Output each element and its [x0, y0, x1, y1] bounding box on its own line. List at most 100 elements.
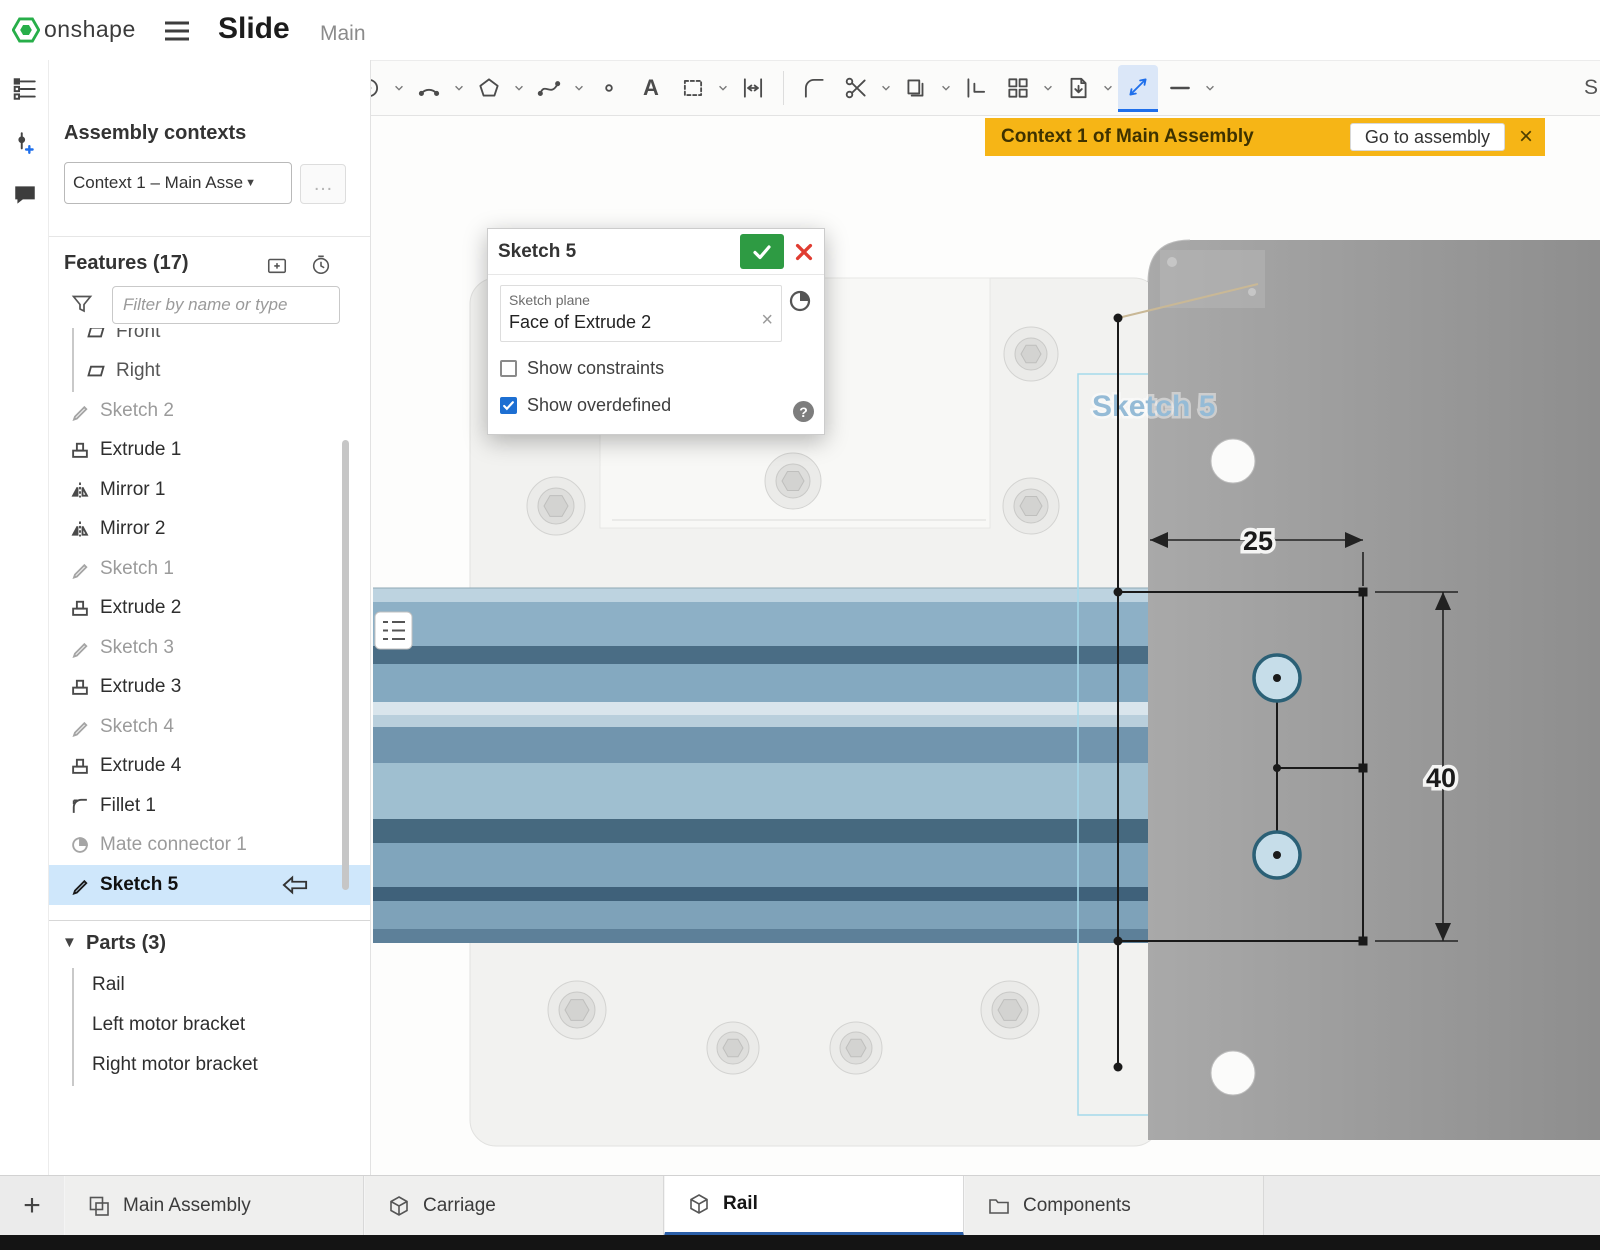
mirror-icon: [70, 480, 90, 500]
rollback-arrow-icon[interactable]: [280, 872, 310, 898]
show-overdefined-checkbox[interactable]: Show overdefined: [500, 395, 812, 416]
feature-row[interactable]: Fillet 1: [48, 786, 370, 826]
bottom-strip: [0, 1235, 1600, 1250]
app-header: onshape Slide Main: [0, 0, 1600, 60]
feature-label: Sketch 1: [100, 558, 174, 580]
checkbox-checked[interactable]: [500, 397, 517, 414]
workspace-name[interactable]: Main: [320, 22, 366, 46]
sketch-plane-field[interactable]: Sketch plane Face of Extrude 2 ×: [500, 285, 782, 342]
mate-connector-toggle-icon[interactable]: [788, 289, 812, 313]
feature-label: Extrude 4: [100, 755, 181, 777]
feature-label: Sketch 4: [100, 716, 174, 738]
go-to-assembly-button[interactable]: Go to assembly: [1350, 123, 1505, 151]
fillet-tool-icon[interactable]: [794, 66, 834, 110]
chevron-down-icon[interactable]: [878, 66, 894, 110]
mate-connector-add-icon[interactable]: [8, 126, 42, 160]
measure-length-icon[interactable]: [956, 66, 996, 110]
feature-row[interactable]: Sketch 3: [48, 628, 370, 668]
pattern-tool-icon[interactable]: [998, 66, 1038, 110]
comment-icon[interactable]: [8, 178, 42, 212]
checkbox-unchecked[interactable]: [500, 360, 517, 377]
part-row[interactable]: Right motor bracket: [92, 1045, 258, 1085]
chevron-down-icon[interactable]: [511, 66, 527, 110]
rollback-bar[interactable]: [48, 920, 370, 921]
line-style-icon[interactable]: [1160, 66, 1200, 110]
feature-filter-input[interactable]: [112, 286, 340, 324]
clear-selection-icon[interactable]: ×: [761, 309, 773, 332]
part-row[interactable]: Rail: [92, 965, 125, 1005]
feature-row[interactable]: Sketch 1: [48, 549, 370, 589]
bolt: [707, 1022, 759, 1074]
context-more-button[interactable]: …: [300, 164, 346, 204]
dim-label-40[interactable]: 40: [1426, 763, 1456, 793]
feature-row-selected[interactable]: Sketch 5: [48, 865, 370, 905]
rollback-history-icon[interactable]: [308, 252, 334, 278]
measure-tool-icon[interactable]: [1118, 65, 1158, 112]
show-constraints-checkbox[interactable]: Show constraints: [500, 358, 812, 379]
help-icon[interactable]: ?: [793, 401, 814, 422]
canvas-context-menu-button[interactable]: [375, 612, 412, 649]
trim-scissors-icon[interactable]: [836, 66, 876, 110]
feature-row[interactable]: Mirror 2: [48, 510, 370, 550]
assembly-icon: [87, 1194, 111, 1218]
feature-row[interactable]: Mirror 1: [48, 470, 370, 510]
confirm-check-button[interactable]: [740, 234, 784, 269]
feature-row[interactable]: Extrude 2: [48, 589, 370, 629]
export-dxf-icon[interactable]: [1058, 66, 1098, 110]
tab-carriage[interactable]: Carriage: [364, 1176, 664, 1236]
bracket-hole: [1211, 1051, 1255, 1095]
feature-row[interactable]: Sketch 4: [48, 707, 370, 747]
context-selector-value: Context 1 – Main Asse: [73, 173, 243, 193]
document-title[interactable]: Slide: [218, 12, 290, 46]
hamburger-menu-icon[interactable]: [163, 20, 191, 42]
feature-row[interactable]: Sketch 2: [48, 391, 370, 431]
filter-icon[interactable]: [70, 292, 94, 316]
dim-label-25[interactable]: 25: [1243, 526, 1273, 556]
text-tool-icon[interactable]: A: [631, 66, 671, 110]
parts-collapse-chevron[interactable]: ▼: [62, 934, 77, 951]
dimension-tool-icon[interactable]: [733, 66, 773, 110]
spline-tool-icon[interactable]: [529, 66, 569, 110]
chevron-down-icon[interactable]: [938, 66, 954, 110]
tab-label: Components: [1023, 1195, 1131, 1217]
tab-components[interactable]: Components: [964, 1176, 1264, 1236]
context-banner-message: Context 1 of Main Assembly: [1001, 126, 1254, 148]
feature-label: Extrude 3: [100, 676, 181, 698]
feature-label: Sketch 5: [100, 874, 178, 896]
feature-label: Extrude 1: [100, 439, 181, 461]
arc-tool-icon[interactable]: [409, 66, 449, 110]
checkbox-label: Show overdefined: [527, 395, 671, 416]
banner-close-icon[interactable]: ×: [1519, 125, 1533, 149]
part-row[interactable]: Left motor bracket: [92, 1005, 245, 1045]
tab-main-assembly[interactable]: Main Assembly: [64, 1176, 364, 1236]
feature-row[interactable]: Right: [48, 352, 370, 392]
construction-toggle-icon[interactable]: [673, 66, 713, 110]
tab-rail-active[interactable]: Rail: [664, 1176, 964, 1236]
feature-row[interactable]: Front: [48, 328, 370, 352]
plane-icon: [86, 328, 106, 342]
transform-copy-icon[interactable]: [896, 66, 936, 110]
chevron-down-icon[interactable]: [715, 66, 731, 110]
extrude-icon: [70, 677, 90, 697]
polygon-tool-icon[interactable]: [469, 66, 509, 110]
parts-section-title[interactable]: Parts (3): [86, 932, 166, 955]
feature-row[interactable]: Extrude 3: [48, 668, 370, 708]
feature-row[interactable]: Mate connector 1: [48, 826, 370, 866]
chevron-down-icon[interactable]: [1040, 66, 1056, 110]
chevron-down-icon[interactable]: [451, 66, 467, 110]
context-selector[interactable]: Context 1 – Main Asse ▼: [64, 162, 292, 204]
feature-row[interactable]: Extrude 4: [48, 747, 370, 787]
feature-row[interactable]: Extrude 1: [48, 431, 370, 471]
new-tab-button[interactable]: +: [0, 1176, 64, 1236]
add-folder-icon[interactable]: [264, 252, 290, 278]
feature-list-scrollbar[interactable]: [342, 440, 349, 890]
feature-tree-icon[interactable]: [8, 72, 42, 106]
chevron-down-icon[interactable]: [1100, 66, 1116, 110]
chevron-down-icon[interactable]: [391, 66, 407, 110]
chevron-down-icon[interactable]: [571, 66, 587, 110]
bolt: [527, 477, 585, 535]
features-title: Features (17): [64, 252, 189, 275]
point-tool-icon[interactable]: [589, 66, 629, 110]
cancel-x-button[interactable]: [784, 234, 824, 269]
chevron-down-icon[interactable]: [1202, 66, 1218, 110]
